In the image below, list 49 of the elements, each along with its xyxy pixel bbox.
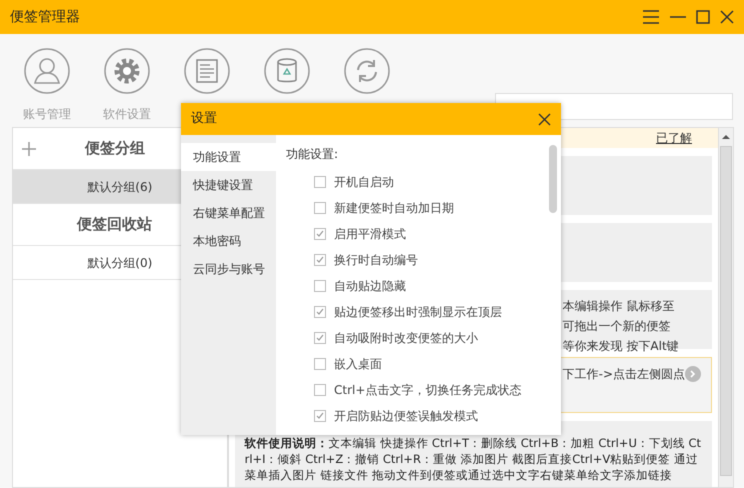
checkbox[interactable] <box>314 306 326 318</box>
minimize-icon[interactable] <box>670 16 686 18</box>
scrollbar[interactable] <box>718 128 733 487</box>
bin-button[interactable] <box>264 48 310 94</box>
tool-label: 账号管理 <box>23 106 71 123</box>
scroll-up-icon[interactable] <box>722 134 730 140</box>
user-button[interactable] <box>24 48 70 94</box>
help-text: 软件使用说明：文本编辑 快捷操作 Ctrl+T：删除线 Ctrl+B：加粗 Ctrl+U：下划线 Ctrl+I：倾斜 Ctrl+Z：撤销 Ctrl+R：重做 添加图片 截图后直接Ctrl+V粘贴到便签 通过菜单插入图片 链接文件 拖动文件到便签或通过选中文字右键菜单给文字添加链接 <box>244 435 702 483</box>
note-text: 本编辑操作 鼠标移至 <box>562 298 676 315</box>
dismiss-link[interactable]: 已了解 <box>656 129 692 147</box>
menu-icon[interactable] <box>642 10 660 24</box>
group-heading: 便签分组 <box>85 138 145 160</box>
tool-label: 软件设置 <box>103 106 151 123</box>
checkbox[interactable] <box>314 358 326 370</box>
checkbox[interactable] <box>314 228 326 240</box>
checkbox[interactable] <box>314 384 326 396</box>
recycle-heading: 便签回收站 <box>77 214 152 236</box>
maximize-icon[interactable] <box>696 10 710 24</box>
checkbox[interactable] <box>314 280 326 292</box>
note-text: 下工作->点击左侧圆点 <box>562 366 685 383</box>
dialog-title: 设置 <box>191 110 217 128</box>
checkbox[interactable] <box>314 176 326 188</box>
close-icon[interactable] <box>720 10 734 24</box>
note-text: 等你来发现 按下Alt键 <box>562 338 680 355</box>
section-heading: 功能设置: <box>286 146 340 163</box>
option-label: 自动吸附时改变便签的大小 <box>334 330 478 347</box>
option-label: 开启防贴边便签误触发模式 <box>334 408 478 425</box>
option-label: 嵌入桌面 <box>334 356 382 373</box>
option-label: 自动贴边隐藏 <box>334 278 406 295</box>
note-text: 可拖出一个新的便签 <box>562 318 672 335</box>
window-title: 便签管理器 <box>10 8 80 26</box>
close-icon[interactable] <box>538 112 551 126</box>
scroll-thumb[interactable] <box>720 146 732 476</box>
option-label: 开机自启动 <box>334 174 394 191</box>
sync-button[interactable] <box>344 48 390 94</box>
checkbox[interactable] <box>314 410 326 422</box>
document-button[interactable] <box>184 48 230 94</box>
checkbox[interactable] <box>314 332 326 344</box>
add-icon[interactable] <box>21 140 37 156</box>
checkbox[interactable] <box>314 202 326 214</box>
option-label: 启用平滑模式 <box>334 226 406 243</box>
gear-button[interactable] <box>104 48 150 94</box>
option-label: 新建便签时自动加日期 <box>334 200 454 217</box>
option-label: Ctrl+点击文字，切换任务完成状态 <box>334 382 522 399</box>
scroll-thumb[interactable] <box>549 145 557 213</box>
option-label: 贴边便签移出时强制显示在顶层 <box>334 304 502 321</box>
option-label: 换行时自动编号 <box>334 252 418 269</box>
nav-tab[interactable]: 功能设置 <box>181 143 276 171</box>
checkbox[interactable] <box>314 254 326 266</box>
